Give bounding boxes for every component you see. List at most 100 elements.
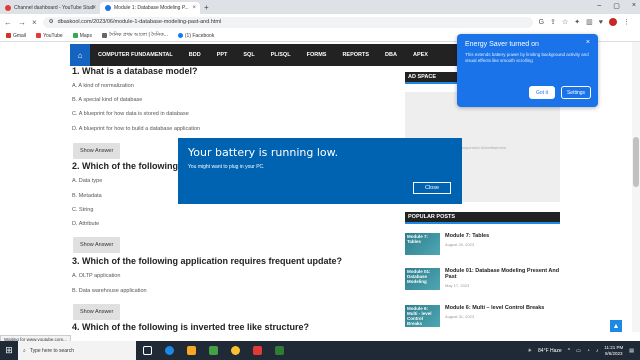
edge-icon[interactable]: [158, 341, 180, 360]
nav-reports[interactable]: REPORTS: [334, 52, 377, 58]
weather-icon[interactable]: ☀: [528, 348, 532, 354]
post-title[interactable]: Module 01: Database Modeling Present And…: [445, 268, 560, 280]
browser-tab-bar: Channel dashboard - YouTube Studi × Modu…: [0, 0, 640, 14]
bookmark-maps[interactable]: Maps: [72, 33, 92, 39]
tray-overflow-icon[interactable]: ^: [568, 348, 570, 354]
energy-saver-icon[interactable]: ♥: [599, 19, 603, 26]
menu-icon[interactable]: ⋮: [623, 18, 630, 26]
bookmark-star-icon[interactable]: ☆: [562, 18, 568, 26]
close-tab-icon[interactable]: ×: [192, 5, 196, 11]
energy-saver-popup: × Energy Saver turned on This extends ba…: [457, 34, 598, 107]
share-icon[interactable]: ⇪: [550, 18, 556, 26]
answer-option: D. A blueprint for how to build a databa…: [72, 126, 201, 132]
browser-toolbar: G ⇪ ☆ ✦ ▥ ♥ ⋮: [539, 18, 630, 26]
answer-option: A. Data type: [72, 178, 103, 184]
maps-icon: [72, 33, 78, 38]
window-controls: – ▢ ×: [597, 2, 636, 10]
got-it-button[interactable]: Got it: [529, 86, 555, 99]
answer-option: D. Attribute: [72, 221, 100, 227]
network-icon[interactable]: ◔: [587, 348, 590, 354]
popular-post[interactable]: Module 7: Tables Module 7: Tables August …: [405, 233, 560, 255]
taskbar-search[interactable]: ⌕ Type here to search: [18, 341, 136, 360]
nav-dba[interactable]: DBA: [377, 52, 405, 58]
post-date: August 20, 2023: [445, 242, 475, 247]
settings-button[interactable]: Settings: [561, 86, 591, 99]
stop-loading-icon[interactable]: ×: [32, 18, 37, 27]
tab-label: Channel dashboard - YouTube Studi: [14, 5, 95, 11]
nav-computer-fundamental[interactable]: COMPUTER FUNDAMENTAL: [90, 52, 181, 58]
weather-text[interactable]: 84°F Haze: [538, 348, 562, 354]
maximize-icon[interactable]: ▢: [613, 2, 620, 10]
url-field[interactable]: ⚙ dbaskool.com/2023/06/module-1-database…: [42, 16, 533, 28]
bookmark-prothom-alo[interactable]: দৈনিক প্রথম আলো | দৈনিক...: [101, 32, 168, 40]
post-title[interactable]: Module 7: Tables: [445, 233, 489, 239]
screen-recorder-icon[interactable]: [246, 341, 268, 360]
chrome-icon[interactable]: [224, 341, 246, 360]
new-tab-button[interactable]: +: [204, 3, 209, 12]
post-thumbnail[interactable]: Module 6: Multi - level Control Breaks: [405, 305, 440, 327]
bookmark-gmail[interactable]: Gmail: [6, 33, 26, 39]
back-icon[interactable]: ←: [4, 18, 12, 27]
question-title: 4. Which of the following is inverted tr…: [72, 322, 310, 332]
close-button[interactable]: Close: [412, 181, 452, 195]
task-view-icon[interactable]: [136, 341, 158, 360]
volume-icon[interactable]: ♪: [596, 348, 599, 354]
nav-ppt[interactable]: PPT: [209, 52, 236, 58]
answer-option: B. A special kind of database: [72, 97, 143, 103]
scrollbar-thumb[interactable]: [633, 137, 639, 187]
bookmark-facebook[interactable]: (1) Facebook: [177, 33, 214, 39]
dialog-title: Your battery is running low.: [188, 146, 339, 159]
windows-taskbar: ⊞ ⌕ Type here to search ☀ 84°F Haze ^ ▭ …: [0, 341, 640, 360]
post-thumbnail[interactable]: Module 7: Tables: [405, 233, 440, 255]
post-title[interactable]: Module 6: Multi – level Control Breaks: [445, 305, 544, 311]
site-icon: [105, 5, 111, 11]
popular-post[interactable]: Module 01: Database Modeling Module 01: …: [405, 268, 560, 290]
bookmark-youtube[interactable]: YouTube: [36, 33, 63, 39]
battery-low-dialog: Your battery is running low. You might w…: [178, 138, 462, 204]
nav-sql[interactable]: SQL: [235, 52, 262, 58]
tab-youtube-studio[interactable]: Channel dashboard - YouTube Studi ×: [0, 2, 100, 14]
nav-forms[interactable]: FORMS: [299, 52, 335, 58]
minimize-icon[interactable]: –: [597, 2, 601, 10]
close-window-icon[interactable]: ×: [632, 2, 636, 10]
popular-post[interactable]: Module 6: Multi - level Control Breaks M…: [405, 305, 560, 327]
file-explorer-icon[interactable]: [180, 341, 202, 360]
battery-icon[interactable]: ▭: [576, 348, 581, 354]
extensions-icon[interactable]: ✦: [574, 18, 580, 26]
search-placeholder: Type here to search: [29, 347, 75, 354]
popup-title: Energy Saver turned on: [465, 41, 539, 48]
news-icon: [101, 33, 107, 38]
nav-plsql[interactable]: PL/SQL: [263, 52, 299, 58]
youtube-icon: [36, 33, 42, 38]
google-lens-icon[interactable]: G: [539, 19, 544, 26]
answer-option: C. A blueprint for how data is stored in…: [72, 111, 189, 117]
download-app-icon[interactable]: [202, 341, 224, 360]
start-icon[interactable]: ⊞: [0, 341, 18, 360]
camtasia-icon[interactable]: [268, 341, 290, 360]
tab-dbaskool[interactable]: Module 1: Database Modeling P... ×: [100, 2, 200, 14]
system-tray: ☀ 84°F Haze ^ ▭ ◔ ♪ 11:21 PM 9/6/2023 ▤: [528, 341, 634, 360]
popular-posts-header: POPULAR POSTS: [405, 212, 560, 224]
close-icon[interactable]: ×: [586, 39, 590, 46]
nav-bdd[interactable]: BDD: [181, 52, 209, 58]
site-info-icon[interactable]: ⚙: [49, 19, 54, 25]
forward-icon[interactable]: →: [18, 18, 26, 27]
profile-avatar[interactable]: [608, 18, 617, 26]
clock[interactable]: 11:21 PM 9/6/2023: [604, 345, 623, 356]
back-to-top-button[interactable]: ▲: [610, 320, 622, 332]
post-date: August 31, 2023: [445, 314, 475, 319]
close-tab-icon[interactable]: ×: [92, 5, 96, 11]
youtube-icon: [5, 5, 11, 11]
home-icon[interactable]: ⌂: [70, 44, 90, 66]
nav-apex[interactable]: APEX: [405, 52, 436, 58]
sidebar-icon[interactable]: ▥: [586, 18, 593, 26]
show-answer-button[interactable]: Show Answer: [73, 304, 121, 320]
show-answer-button[interactable]: Show Answer: [73, 237, 121, 253]
notifications-icon[interactable]: ▤: [629, 348, 634, 354]
show-answer-button[interactable]: Show Answer: [73, 143, 121, 159]
question-title: 3. Which of the following application re…: [72, 256, 343, 266]
address-bar-row: ← → × ⚙ dbaskool.com/2023/06/module-1-da…: [0, 14, 640, 30]
post-thumbnail[interactable]: Module 01: Database Modeling: [405, 268, 440, 290]
page-scrollbar[interactable]: [632, 42, 640, 332]
answer-option: A. OLTP application: [72, 273, 121, 279]
